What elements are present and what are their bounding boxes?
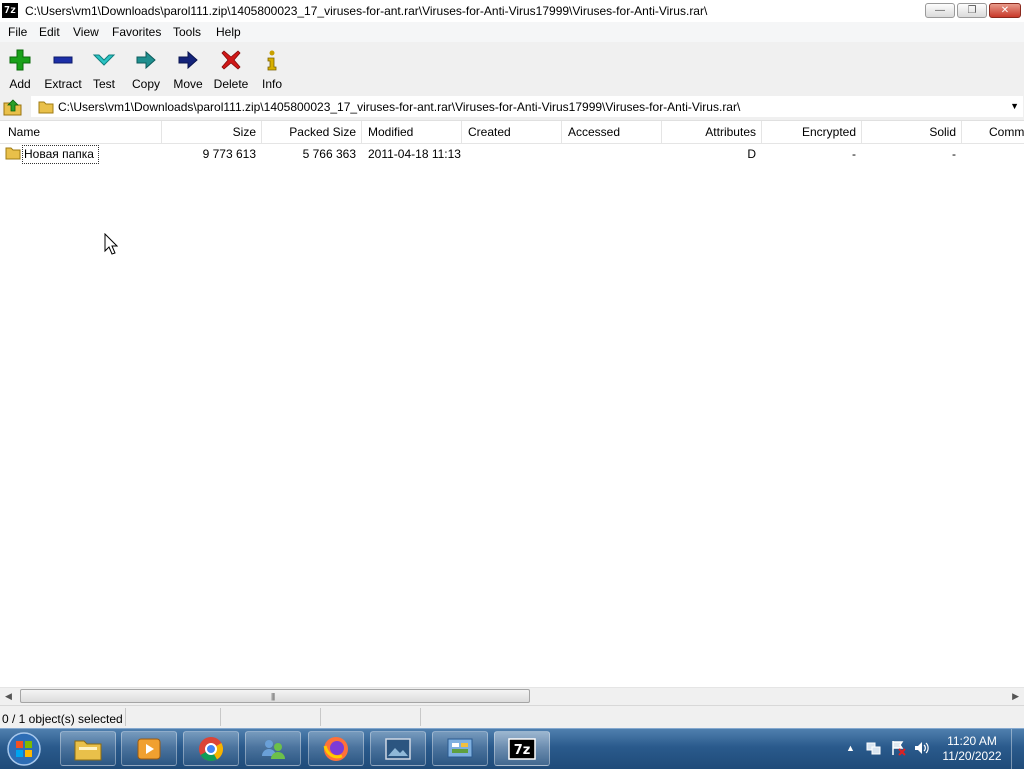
column-accessed[interactable]: Accessed (568, 125, 620, 139)
taskbar-chrome[interactable] (183, 731, 239, 766)
network-icon[interactable] (866, 740, 882, 756)
title-bar: 7z C:\Users\vm1\Downloads\parol111.zip\1… (0, 0, 1024, 23)
media-player-icon (137, 738, 161, 760)
minus-icon (53, 56, 73, 64)
scrollbar-grip-icon: ||| (271, 692, 275, 701)
column-attributes[interactable]: Attributes (662, 125, 756, 139)
toolbar: Add Extract Test Copy Move Delete Info (0, 42, 1024, 94)
menu-help[interactable]: Help (216, 25, 241, 39)
mouse-cursor-icon (104, 233, 118, 255)
column-name[interactable]: Name (8, 125, 40, 139)
column-packed-size[interactable]: Packed Size (262, 125, 356, 139)
folder-icon (38, 101, 54, 114)
windows-start-icon (7, 732, 41, 766)
seven-zip-window: 7z C:\Users\vm1\Downloads\parol111.zip\1… (0, 0, 1024, 729)
taskbar-control-panel[interactable] (432, 731, 488, 766)
menu-tools[interactable]: Tools (173, 25, 201, 39)
delete-x-icon (221, 50, 241, 70)
plus-icon (9, 49, 31, 71)
row-size: 9 773 613 (202, 147, 256, 161)
show-hidden-icons-icon[interactable]: ▲ (846, 743, 855, 753)
scroll-right-icon[interactable]: ▶ (1012, 691, 1019, 702)
column-solid[interactable]: Solid (862, 125, 956, 139)
scroll-left-icon[interactable]: ◀ (5, 691, 12, 702)
seven-zip-app-icon[interactable]: 7z (2, 3, 18, 18)
firefox-icon (323, 737, 348, 761)
clock-time: 11:20 AM (947, 734, 997, 748)
menu-file[interactable]: File (8, 25, 27, 39)
address-dropdown-icon[interactable]: ▼ (1010, 101, 1019, 111)
control-panel-icon (447, 738, 473, 758)
status-bar: 0 / 1 object(s) selected (0, 705, 1024, 729)
file-list[interactable]: Name Size Packed Size Modified Created A… (0, 120, 1024, 689)
up-folder-icon (3, 99, 22, 116)
photo-viewer-icon (385, 738, 411, 760)
close-button[interactable]: ✕ (989, 3, 1021, 18)
taskbar: 7z ▲ 11:20 AM 11/20/2022 (0, 728, 1024, 769)
column-encrypted[interactable]: Encrypted (762, 125, 856, 139)
system-tray: ▲ 11:20 AM 11/20/2022 (840, 729, 1024, 769)
row-encrypted: - (852, 147, 856, 161)
info-label: Info (261, 77, 282, 91)
taskbar-firefox[interactable] (308, 731, 364, 766)
row-modified: 2011-04-18 11:13 (368, 147, 461, 161)
copy-arrow-icon (136, 50, 156, 70)
menu-favorites[interactable]: Favorites (112, 25, 161, 39)
taskbar-network-users[interactable] (245, 731, 301, 766)
window-title: C:\Users\vm1\Downloads\parol111.zip\1405… (25, 4, 708, 18)
info-button[interactable]: Info (250, 46, 294, 91)
address-bar[interactable]: C:\Users\vm1\Downloads\parol111.zip\1405… (31, 96, 1023, 117)
horizontal-scrollbar[interactable]: ◀ ||| ▶ (0, 687, 1024, 705)
add-button[interactable]: Add (0, 46, 42, 91)
menu-edit[interactable]: Edit (39, 25, 60, 39)
column-size[interactable]: Size (162, 125, 256, 139)
taskbar-media-player[interactable] (121, 731, 177, 766)
column-header: Name Size Packed Size Modified Created A… (0, 121, 1024, 144)
action-center-flag-icon[interactable] (890, 740, 906, 756)
up-folder-button[interactable] (3, 97, 23, 116)
table-row[interactable]: Новая папка 9 773 613 5 766 363 2011-04-… (0, 144, 1024, 164)
seven-zip-icon: 7z (508, 738, 536, 760)
taskbar-7zip-label: 7z (514, 743, 531, 758)
menu-view[interactable]: View (73, 25, 99, 39)
row-packed-size: 5 766 363 (302, 147, 356, 161)
column-comment[interactable]: Comm (989, 125, 1024, 139)
folder-icon (74, 740, 102, 761)
check-arrow-icon (92, 54, 116, 66)
menu-bar: File Edit View Favorites Tools Help (0, 22, 1024, 42)
row-solid: - (952, 147, 956, 161)
column-created[interactable]: Created (468, 125, 511, 139)
move-button[interactable]: Move (166, 46, 210, 91)
address-row: C:\Users\vm1\Downloads\parol111.zip\1405… (0, 94, 1024, 119)
chrome-icon (199, 737, 224, 762)
selection-status: 0 / 1 object(s) selected (2, 712, 123, 726)
volume-icon[interactable] (913, 740, 929, 756)
folder-icon (5, 147, 21, 160)
clock[interactable]: 11:20 AM 11/20/2022 (934, 734, 1010, 764)
users-icon (262, 740, 285, 759)
row-name[interactable]: Новая папка (22, 145, 99, 164)
taskbar-7zip[interactable]: 7z (494, 731, 550, 766)
start-button[interactable] (4, 731, 50, 767)
minimize-button[interactable]: — (925, 3, 955, 18)
scrollbar-thumb[interactable]: ||| (20, 689, 530, 703)
address-path[interactable]: C:\Users\vm1\Downloads\parol111.zip\1405… (58, 100, 740, 114)
show-desktop-button[interactable] (1011, 729, 1024, 769)
row-attributes: D (747, 147, 756, 161)
column-modified[interactable]: Modified (368, 125, 413, 139)
clock-date: 11/20/2022 (942, 749, 1002, 763)
taskbar-explorer[interactable] (60, 731, 116, 766)
maximize-button[interactable]: ❐ (957, 3, 987, 18)
info-icon (267, 50, 277, 71)
taskbar-photo-viewer[interactable] (370, 731, 426, 766)
move-arrow-icon (178, 50, 198, 70)
